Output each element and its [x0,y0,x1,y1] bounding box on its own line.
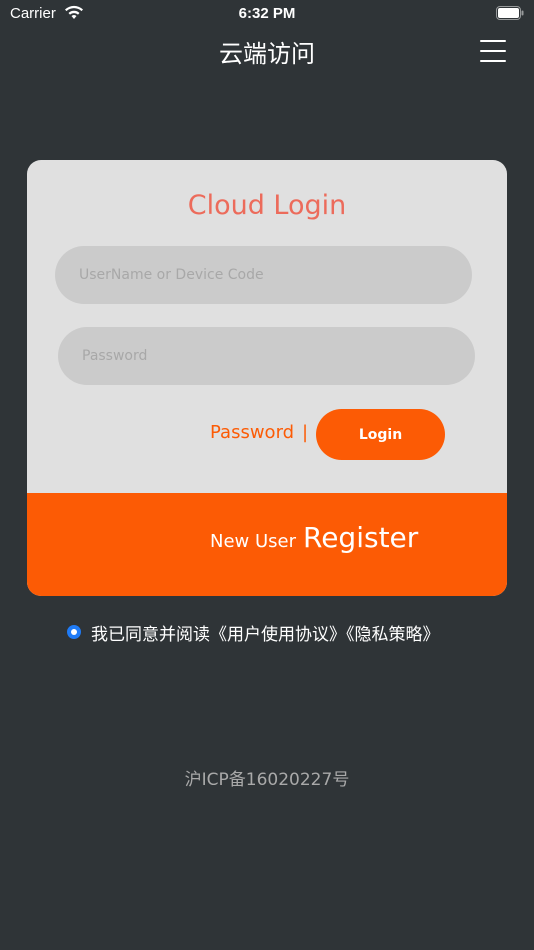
icp-footer: 沪ICP备16020227号 [184,770,350,790]
page-title: 云端访问 [219,40,315,68]
username-input[interactable] [55,246,472,304]
register-label: Register [303,521,419,554]
login-button[interactable]: Login [316,409,445,460]
register-prefix: New User [210,531,297,552]
clock: 6:32 PM [238,5,296,22]
password-input[interactable] [58,327,475,385]
login-title: Cloud Login [187,190,347,221]
separator: | [302,422,309,443]
login-card: Cloud Login Password | Login New User Re… [27,160,507,596]
status-bar: Carrier 6:32 PM [0,0,534,28]
hamburger-menu-icon[interactable] [480,40,506,64]
forgot-password-link[interactable]: Password [210,422,294,443]
agreement-radio[interactable] [67,625,81,639]
agreement-text[interactable]: 我已同意并阅读《用户使用协议》《隐私策略》 [91,620,440,645]
battery-icon [496,6,524,20]
register-button[interactable]: New User Register [27,493,507,596]
